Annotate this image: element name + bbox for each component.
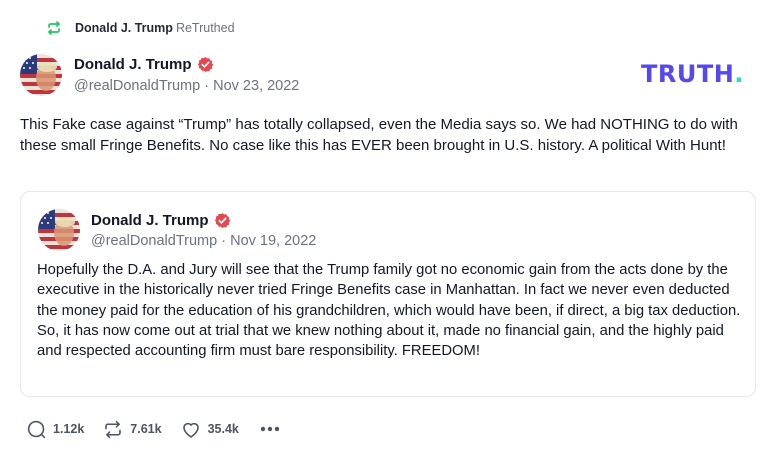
reply-icon [26, 419, 47, 440]
truth-social-logo[interactable]: TRUTH. [641, 58, 744, 90]
author-handle[interactable]: @realDonaldTrump [74, 78, 200, 94]
retruth-count: 7.61k [130, 422, 162, 436]
retruth-label: ReTruthed [175, 21, 235, 35]
quoted-author-handle[interactable]: @realDonaldTrump [91, 233, 217, 249]
retruth-icon [102, 419, 124, 440]
more-horizontal-icon [259, 420, 281, 438]
retruth-icon [46, 20, 62, 36]
quoted-post-card[interactable]: Donald J. Trump @realDonaldTrump · Nov 1… [20, 191, 756, 397]
post-text: This Fake case against “Trump” has total… [20, 116, 738, 154]
retruth-user-link[interactable]: Donald J. Trump [75, 21, 173, 35]
logo-text: TRUTH [641, 60, 735, 88]
post-date[interactable]: Nov 23, 2022 [213, 78, 299, 94]
meta-separator: · [221, 233, 231, 249]
post-actions-bar: 1.12k 7.61k 35.4k [26, 417, 281, 441]
author-meta: @realDonaldTrump · Nov 23, 2022 [74, 78, 299, 94]
quoted-author-meta: @realDonaldTrump · Nov 19, 2022 [91, 233, 316, 249]
verified-badge-icon [214, 212, 231, 229]
like-button[interactable]: 35.4k [180, 419, 239, 440]
verified-badge-icon [197, 56, 214, 73]
quoted-author-avatar[interactable] [38, 209, 80, 251]
meta-separator: · [204, 78, 214, 94]
heart-icon [180, 419, 202, 440]
quoted-post-date[interactable]: Nov 19, 2022 [230, 233, 316, 249]
retruth-button[interactable]: 7.61k [102, 419, 162, 440]
like-count: 35.4k [207, 422, 239, 436]
reply-button[interactable]: 1.12k [26, 419, 84, 440]
quoted-author-display-name[interactable]: Donald J. Trump [91, 212, 209, 229]
logo-dot: . [734, 60, 744, 88]
author-avatar[interactable] [20, 54, 62, 96]
reply-count: 1.12k [53, 422, 85, 436]
more-options-button[interactable] [259, 420, 281, 438]
quoted-post-text: Hopefully the D.A. and Jury will see tha… [37, 262, 741, 360]
author-display-name[interactable]: Donald J. Trump [74, 56, 192, 73]
retruth-header: Donald J. Trump ReTruthed [46, 18, 235, 38]
